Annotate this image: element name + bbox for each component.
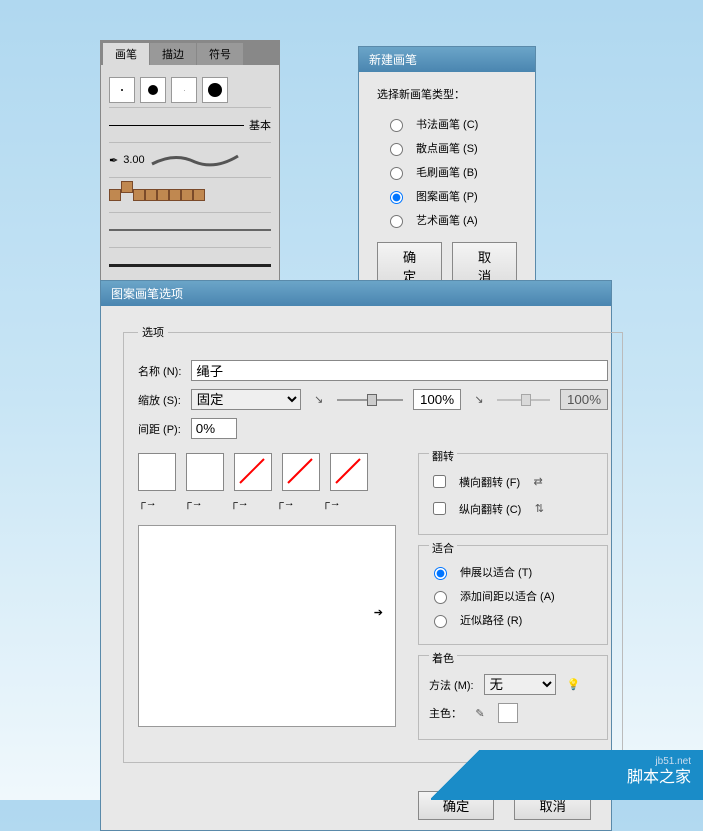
watermark: jb51.net 脚本之家 <box>431 750 703 800</box>
tab-brush[interactable]: 画笔 <box>103 43 149 65</box>
fit-stretch-label: 伸展以适合 (T) <box>460 564 532 580</box>
flip-h-check[interactable] <box>433 475 446 488</box>
color-legend: 着色 <box>429 650 457 666</box>
radio-bristle[interactable] <box>390 167 403 180</box>
brush-size: 3.00 <box>123 154 144 166</box>
scale-mode-select[interactable]: 固定 <box>191 389 301 410</box>
pattern-options-title: 图案画笔选项 <box>101 281 611 306</box>
fit-legend: 适合 <box>429 540 457 556</box>
tile-start-icon: ┌→ <box>276 497 296 513</box>
flip-v-label: 纵向翻转 (C) <box>459 501 521 517</box>
watermark-site: jb51.net <box>655 756 691 767</box>
radio-art[interactable] <box>390 215 403 228</box>
fit-space-label: 添加间距以适合 (A) <box>460 588 555 604</box>
spacing-label: 间距 (P): <box>138 421 181 437</box>
flip-h-label: 横向翻转 (F) <box>459 474 520 490</box>
tile-outer-icon: ┌→ <box>184 497 204 513</box>
radio-pattern-label: 图案画笔 (P) <box>416 188 478 204</box>
slider-left-icon: ↘ <box>311 392 327 408</box>
fit-group: 适合 伸展以适合 (T) 添加间距以适合 (A) 近似路径 (R) <box>418 545 608 645</box>
radio-calligraphy-label: 书法画笔 (C) <box>416 116 478 132</box>
brush-preview: ➔ <box>138 525 396 727</box>
tile-inner[interactable] <box>234 453 272 491</box>
flip-v-icon: ⇅ <box>531 501 547 517</box>
brush-row-line[interactable] <box>109 213 271 248</box>
tile-side-icon: ┌→ <box>138 497 158 513</box>
radio-bristle-label: 毛刷画笔 (B) <box>416 164 478 180</box>
flip-group: 翻转 横向翻转 (F)⇄ 纵向翻转 (C)⇅ <box>418 453 608 535</box>
radio-pattern[interactable] <box>390 191 403 204</box>
new-brush-dialog: 新建画笔 选择新画笔类型： 书法画笔 (C) 散点画笔 (S) 毛刷画笔 (B)… <box>358 46 536 295</box>
basic-label: 基本 <box>249 117 271 133</box>
brush-list: 基本 ✒ 3.00 <box>101 65 279 290</box>
fit-approx[interactable] <box>434 615 447 628</box>
brush-panel-tabs: 画笔 描边 符号 <box>101 41 279 65</box>
scale-slider-2[interactable] <box>497 399 550 401</box>
brush-row-size[interactable]: ✒ 3.00 <box>109 143 271 178</box>
fit-space[interactable] <box>434 591 447 604</box>
tile-start[interactable] <box>282 453 320 491</box>
flip-v-check[interactable] <box>433 502 446 515</box>
key-color-swatch[interactable] <box>498 703 518 723</box>
right-column: 翻转 横向翻转 (F)⇄ 纵向翻转 (C)⇅ 适合 伸展以适合 (T) 添加间距… <box>418 453 608 750</box>
arrow-icon: ➔ <box>374 606 383 619</box>
flip-legend: 翻转 <box>429 448 457 464</box>
tile-end[interactable] <box>330 453 368 491</box>
brush-size-icon: ✒ <box>109 154 118 167</box>
name-input[interactable] <box>191 360 608 381</box>
tile-end-icon: ┌→ <box>322 497 342 513</box>
tab-stroke[interactable]: 描边 <box>150 43 196 65</box>
color-method-select[interactable]: 无 <box>484 674 556 695</box>
brush-basic-row[interactable]: 基本 <box>109 108 271 143</box>
fit-approx-label: 近似路径 (R) <box>460 612 522 628</box>
brush-type-prompt: 选择新画笔类型： <box>377 86 517 102</box>
scale-label: 缩放 (S): <box>138 392 181 408</box>
radio-calligraphy[interactable] <box>390 119 403 132</box>
name-label: 名称 (N): <box>138 363 181 379</box>
brush-row-rope[interactable] <box>109 178 271 213</box>
spacing-input[interactable] <box>191 418 237 439</box>
brush-presets-row[interactable] <box>109 73 271 108</box>
key-color-label: 主色： <box>429 705 462 721</box>
flip-h-icon: ⇄ <box>530 474 546 490</box>
tip-icon[interactable]: 💡 <box>566 677 582 693</box>
scale-slider-1[interactable] <box>337 399 403 401</box>
scale-value[interactable] <box>413 389 461 410</box>
pattern-options-dialog: 图案画笔选项 选项 名称 (N): 缩放 (S): 固定 ↘ ↘ 间距 (P):… <box>100 280 612 831</box>
color-method-label: 方法 (M): <box>429 677 474 693</box>
radio-scatter[interactable] <box>390 143 403 156</box>
color-group: 着色 方法 (M):无💡 主色：✎ <box>418 655 608 740</box>
tab-symbol[interactable]: 符号 <box>197 43 243 65</box>
options-group: 选项 名称 (N): 缩放 (S): 固定 ↘ ↘ 间距 (P): ┌→ ┌→ … <box>123 324 623 763</box>
eyedropper-icon[interactable]: ✎ <box>472 705 488 721</box>
slider-right-icon: ↘ <box>471 392 487 408</box>
scale-value-2 <box>560 389 608 410</box>
options-legend: 选项 <box>138 324 168 340</box>
radio-art-label: 艺术画笔 (A) <box>416 212 478 228</box>
tile-side[interactable] <box>138 453 176 491</box>
radio-scatter-label: 散点画笔 (S) <box>416 140 478 156</box>
brush-panel: 画笔 描边 符号 基本 ✒3.00 ⏷▣ ⊘⊡⧉🗑 <box>100 40 280 320</box>
brush-row-thick[interactable] <box>109 248 271 282</box>
new-brush-title: 新建画笔 <box>359 47 535 72</box>
fit-stretch[interactable] <box>434 567 447 580</box>
tile-outer[interactable] <box>186 453 224 491</box>
tiles-section: ┌→ ┌→ ┌→ ┌→ ┌→ ➔ <box>138 453 396 750</box>
tile-inner-icon: ┌→ <box>230 497 250 513</box>
